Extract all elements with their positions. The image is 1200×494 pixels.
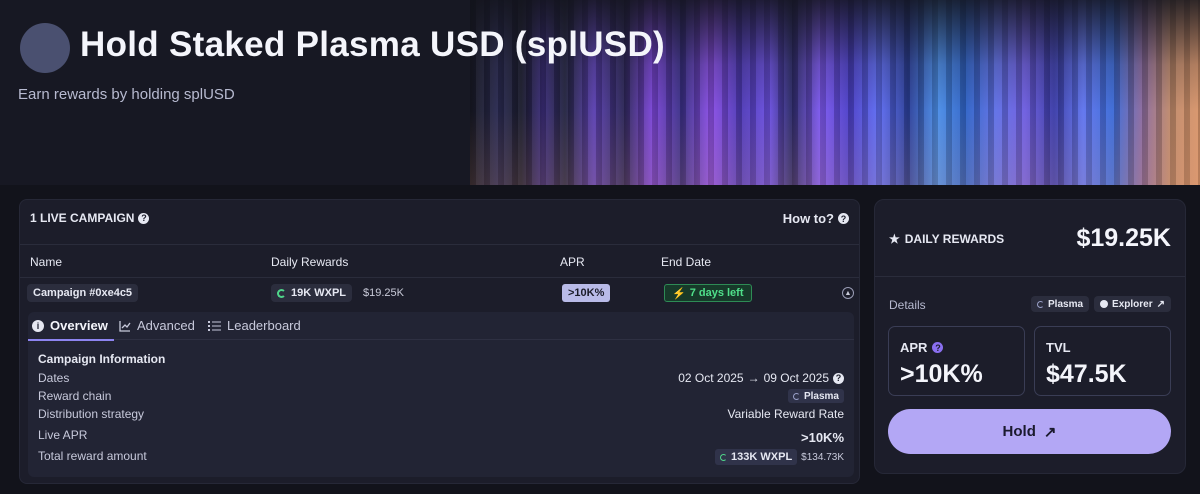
reward-token-chip: 19K WXPL	[271, 284, 353, 302]
apr-stat-label: APR	[900, 340, 928, 355]
tab-overview[interactable]: i Overview	[28, 318, 114, 341]
campaign-detail: i Overview Advanced Leaderboard Campaign…	[28, 312, 854, 477]
column-end-date: End Date	[661, 255, 712, 269]
summary-card: ★ DAILY REWARDS $19.25K Details Plasma E…	[874, 199, 1186, 474]
chain-value: Plasma	[787, 389, 844, 403]
globe-icon	[1100, 300, 1109, 308]
chevron-up-icon[interactable]: ▲	[842, 287, 854, 299]
chain-chip[interactable]: Plasma	[1031, 296, 1090, 312]
total-value: 133K WXPL $134.73K	[715, 449, 844, 465]
daily-rewards-label: DAILY REWARDS	[904, 232, 1005, 246]
table-row[interactable]: Campaign #0xe4c5 19K WXPL $19.25K >10K% …	[20, 284, 859, 306]
plasma-icon	[1037, 300, 1044, 308]
arrow-up-right-icon: ↗	[1043, 423, 1057, 441]
total-usd: $134.73K	[801, 451, 844, 463]
explorer-link[interactable]: Explorer ↗	[1094, 296, 1171, 312]
strategy-value: Variable Reward Rate	[727, 407, 844, 421]
wxpl-token-icon	[720, 453, 728, 461]
apr-badge: >10K%	[562, 284, 611, 302]
dates-start: 02 Oct 2025	[678, 371, 744, 385]
column-name: Name	[30, 255, 63, 269]
daily-rewards-value: $19.25K	[1076, 224, 1171, 252]
star-icon: ★	[889, 232, 900, 246]
campaigns-panel: 1 LIVE CAMPAIGN ? How to? ? Name Daily R…	[19, 199, 860, 484]
apr-value: >10K%	[568, 287, 605, 299]
token-avatar	[20, 23, 70, 73]
reward-usd: $19.25K	[363, 287, 404, 299]
dates-end: 09 Oct 2025	[763, 371, 829, 385]
arrow-right-icon: →	[747, 371, 760, 385]
details-label: Details	[889, 298, 926, 312]
tab-leaderboard-label: Leaderboard	[227, 318, 301, 333]
plasma-icon	[792, 392, 800, 400]
column-daily-rewards: Daily Rewards	[271, 255, 349, 269]
info-icon: i	[32, 319, 44, 332]
total-token-chip: 133K WXPL	[715, 449, 798, 465]
page-title: Hold Staked Plasma USD (splUSD)	[80, 25, 665, 64]
tvl-stat-value: $47.5K	[1046, 360, 1127, 388]
daily-rewards-label-group: ★ DAILY REWARDS	[889, 232, 1004, 246]
tvl-stat-label: TVL	[1046, 340, 1071, 355]
hero-banner: Hold Staked Plasma USD (splUSD) Earn rew…	[0, 0, 1200, 185]
dates-value: 02 Oct 2025 → 09 Oct 2025 ?	[678, 371, 844, 385]
live-apr-label: Live APR	[38, 428, 88, 442]
reward-amount: 19K WXPL	[291, 287, 347, 299]
how-to-link[interactable]: How to? ?	[783, 211, 849, 226]
tab-advanced-label: Advanced	[137, 318, 195, 333]
info-section-title: Campaign Information	[38, 352, 166, 366]
campaigns-header-label: 1 LIVE CAMPAIGN	[30, 211, 135, 225]
total-label: Total reward amount	[38, 449, 147, 463]
help-icon: ?	[838, 213, 849, 224]
live-apr-value: >10K%	[801, 430, 844, 445]
list-icon	[208, 320, 221, 331]
column-apr: APR	[560, 255, 585, 269]
hold-button[interactable]: Hold ↗	[888, 409, 1171, 454]
wxpl-token-icon	[277, 288, 286, 298]
campaign-name: Campaign #0xe4c5	[33, 287, 133, 299]
apr-stat-box: APR ? >10K%	[888, 326, 1025, 396]
campaign-name-chip[interactable]: Campaign #0xe4c5	[27, 284, 139, 302]
tvl-stat-box: TVL $47.5K	[1034, 326, 1171, 396]
divider	[875, 276, 1185, 277]
lightning-icon: ⚡	[672, 287, 686, 300]
tab-advanced[interactable]: Advanced	[119, 318, 195, 333]
strategy-label: Distribution strategy	[38, 407, 145, 421]
tab-leaderboard[interactable]: Leaderboard	[208, 318, 301, 333]
end-date-badge: ⚡ 7 days left	[664, 284, 752, 302]
campaigns-header: 1 LIVE CAMPAIGN ?	[30, 211, 150, 225]
apr-stat-value: >10K%	[900, 360, 983, 388]
total-amount: 133K WXPL	[731, 451, 793, 463]
help-icon[interactable]: ?	[833, 372, 844, 384]
chain-label: Reward chain	[38, 389, 112, 403]
hold-button-label: Hold	[1002, 423, 1036, 440]
details-chips: Plasma Explorer ↗	[1031, 296, 1171, 312]
dates-label: Dates	[38, 371, 70, 385]
help-icon[interactable]: ?	[932, 342, 944, 353]
end-date-value: 7 days left	[689, 287, 744, 299]
chain-name: Plasma	[803, 390, 839, 402]
external-link-icon: ↗	[1156, 298, 1165, 310]
apr-stat-label-group: APR ?	[900, 340, 944, 355]
campaigns-table-header: Name Daily Rewards APR End Date	[20, 244, 859, 278]
tab-overview-label: Overview	[50, 318, 108, 333]
chart-line-icon	[119, 320, 131, 332]
page-subtitle: Earn rewards by holding splUSD	[18, 86, 235, 103]
chain-chip-label: Plasma	[1048, 298, 1084, 310]
detail-tabs: i Overview Advanced Leaderboard	[28, 312, 854, 341]
how-to-label: How to?	[782, 211, 834, 226]
explorer-label: Explorer	[1112, 298, 1153, 310]
help-icon[interactable]: ?	[138, 212, 150, 224]
chain-chip: Plasma	[787, 389, 844, 403]
